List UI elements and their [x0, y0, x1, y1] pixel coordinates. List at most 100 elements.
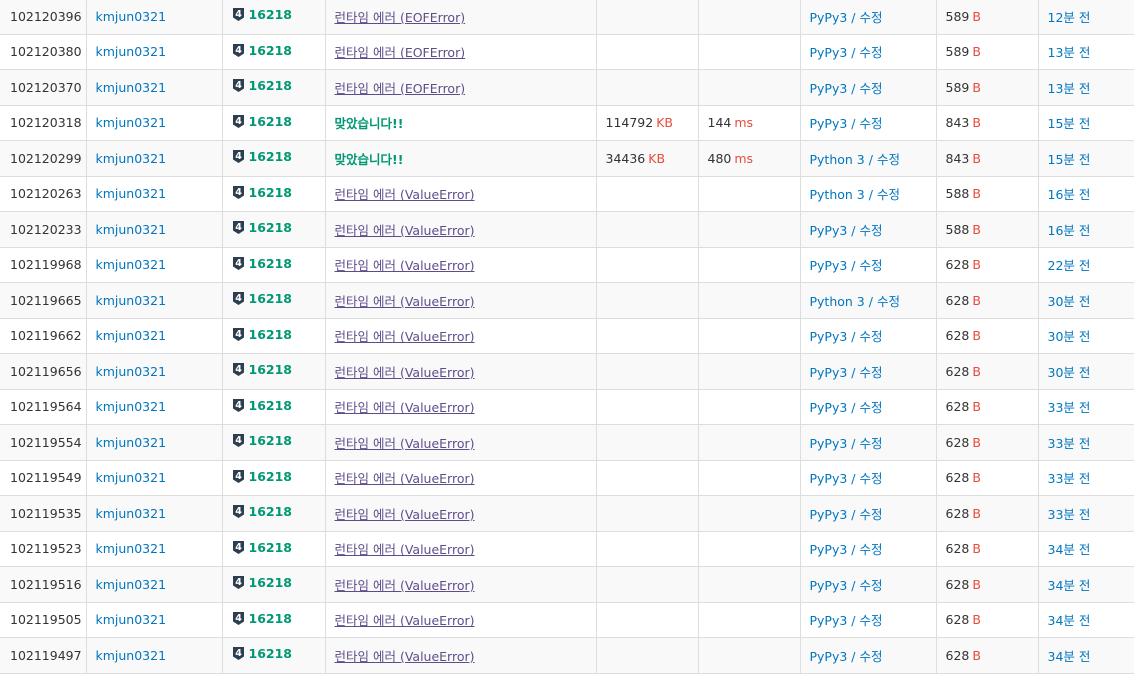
edit-link[interactable]: 수정: [860, 507, 883, 522]
language-link[interactable]: PyPy3: [810, 400, 848, 415]
edit-link[interactable]: 수정: [860, 365, 883, 380]
language-link[interactable]: PyPy3: [810, 116, 848, 131]
edit-link[interactable]: 수정: [860, 116, 883, 131]
edit-link[interactable]: 수정: [860, 542, 883, 557]
submit-time-link[interactable]: 12분 전: [1048, 10, 1091, 25]
edit-link[interactable]: 수정: [860, 258, 883, 273]
language-link[interactable]: Python 3: [810, 294, 865, 309]
language-link[interactable]: PyPy3: [810, 329, 848, 344]
problem-link[interactable]: 4 16218: [232, 185, 292, 200]
problem-link[interactable]: 4 16218: [232, 504, 292, 519]
problem-link[interactable]: 4 16218: [232, 78, 292, 93]
submit-time-link[interactable]: 34분 전: [1048, 542, 1091, 557]
result-text[interactable]: 런타임 에러 (ValueError): [335, 613, 475, 628]
problem-link[interactable]: 4 16218: [232, 291, 292, 306]
language-link[interactable]: PyPy3: [810, 613, 848, 628]
language-link[interactable]: Python 3: [810, 187, 865, 202]
user-link[interactable]: kmjun0321: [96, 506, 167, 521]
result-text[interactable]: 런타임 에러 (ValueError): [335, 187, 475, 202]
edit-link[interactable]: 수정: [860, 613, 883, 628]
user-link[interactable]: kmjun0321: [96, 186, 167, 201]
language-link[interactable]: PyPy3: [810, 365, 848, 380]
user-link[interactable]: kmjun0321: [96, 648, 167, 663]
problem-link[interactable]: 4 16218: [232, 611, 292, 626]
language-link[interactable]: PyPy3: [810, 578, 848, 593]
result-text[interactable]: 런타임 에러 (EOFError): [335, 10, 466, 25]
submit-time-link[interactable]: 34분 전: [1048, 649, 1091, 664]
edit-link[interactable]: 수정: [860, 10, 883, 25]
language-link[interactable]: PyPy3: [810, 45, 848, 60]
result-text[interactable]: 런타임 에러 (ValueError): [335, 507, 475, 522]
submit-time-link[interactable]: 16분 전: [1048, 223, 1091, 238]
submit-time-link[interactable]: 33분 전: [1048, 507, 1091, 522]
user-link[interactable]: kmjun0321: [96, 293, 167, 308]
user-link[interactable]: kmjun0321: [96, 9, 167, 24]
user-link[interactable]: kmjun0321: [96, 80, 167, 95]
problem-link[interactable]: 4 16218: [232, 220, 292, 235]
result-text[interactable]: 런타임 에러 (ValueError): [335, 365, 475, 380]
user-link[interactable]: kmjun0321: [96, 612, 167, 627]
language-link[interactable]: PyPy3: [810, 81, 848, 96]
submit-time-link[interactable]: 33분 전: [1048, 400, 1091, 415]
user-link[interactable]: kmjun0321: [96, 222, 167, 237]
result-text[interactable]: 런타임 에러 (ValueError): [335, 578, 475, 593]
problem-link[interactable]: 4 16218: [232, 398, 292, 413]
edit-link[interactable]: 수정: [877, 187, 900, 202]
result-text[interactable]: 런타임 에러 (ValueError): [335, 649, 475, 664]
language-link[interactable]: PyPy3: [810, 223, 848, 238]
submit-time-link[interactable]: 30분 전: [1048, 329, 1091, 344]
user-link[interactable]: kmjun0321: [96, 399, 167, 414]
submit-time-link[interactable]: 30분 전: [1048, 365, 1091, 380]
language-link[interactable]: PyPy3: [810, 507, 848, 522]
language-link[interactable]: PyPy3: [810, 436, 848, 451]
problem-link[interactable]: 4 16218: [232, 256, 292, 271]
edit-link[interactable]: 수정: [860, 578, 883, 593]
edit-link[interactable]: 수정: [877, 294, 900, 309]
problem-link[interactable]: 4 16218: [232, 149, 292, 164]
problem-link[interactable]: 4 16218: [232, 575, 292, 590]
result-text[interactable]: 런타임 에러 (ValueError): [335, 400, 475, 415]
edit-link[interactable]: 수정: [860, 81, 883, 96]
edit-link[interactable]: 수정: [860, 329, 883, 344]
user-link[interactable]: kmjun0321: [96, 364, 167, 379]
submit-time-link[interactable]: 15분 전: [1048, 152, 1091, 167]
user-link[interactable]: kmjun0321: [96, 257, 167, 272]
result-text[interactable]: 런타임 에러 (ValueError): [335, 258, 475, 273]
submit-time-link[interactable]: 34분 전: [1048, 613, 1091, 628]
language-link[interactable]: PyPy3: [810, 258, 848, 273]
user-link[interactable]: kmjun0321: [96, 151, 167, 166]
problem-link[interactable]: 4 16218: [232, 7, 292, 22]
problem-link[interactable]: 4 16218: [232, 540, 292, 555]
language-link[interactable]: Python 3: [810, 152, 865, 167]
problem-link[interactable]: 4 16218: [232, 114, 292, 129]
result-text[interactable]: 런타임 에러 (ValueError): [335, 294, 475, 309]
edit-link[interactable]: 수정: [860, 471, 883, 486]
problem-link[interactable]: 4 16218: [232, 43, 292, 58]
result-text[interactable]: 런타임 에러 (ValueError): [335, 329, 475, 344]
edit-link[interactable]: 수정: [860, 649, 883, 664]
edit-link[interactable]: 수정: [877, 152, 900, 167]
language-link[interactable]: PyPy3: [810, 471, 848, 486]
user-link[interactable]: kmjun0321: [96, 435, 167, 450]
submit-time-link[interactable]: 16분 전: [1048, 187, 1091, 202]
language-link[interactable]: PyPy3: [810, 542, 848, 557]
user-link[interactable]: kmjun0321: [96, 470, 167, 485]
result-text[interactable]: 런타임 에러 (ValueError): [335, 436, 475, 451]
result-text[interactable]: 런타임 에러 (EOFError): [335, 45, 466, 60]
submit-time-link[interactable]: 30분 전: [1048, 294, 1091, 309]
submit-time-link[interactable]: 33분 전: [1048, 471, 1091, 486]
problem-link[interactable]: 4 16218: [232, 646, 292, 661]
edit-link[interactable]: 수정: [860, 400, 883, 415]
user-link[interactable]: kmjun0321: [96, 577, 167, 592]
result-text[interactable]: 런타임 에러 (ValueError): [335, 471, 475, 486]
problem-link[interactable]: 4 16218: [232, 327, 292, 342]
user-link[interactable]: kmjun0321: [96, 115, 167, 130]
result-text[interactable]: 런타임 에러 (ValueError): [335, 223, 475, 238]
result-text[interactable]: 런타임 에러 (ValueError): [335, 542, 475, 557]
language-link[interactable]: PyPy3: [810, 649, 848, 664]
problem-link[interactable]: 4 16218: [232, 433, 292, 448]
user-link[interactable]: kmjun0321: [96, 44, 167, 59]
edit-link[interactable]: 수정: [860, 223, 883, 238]
submit-time-link[interactable]: 22분 전: [1048, 258, 1091, 273]
edit-link[interactable]: 수정: [860, 45, 883, 60]
